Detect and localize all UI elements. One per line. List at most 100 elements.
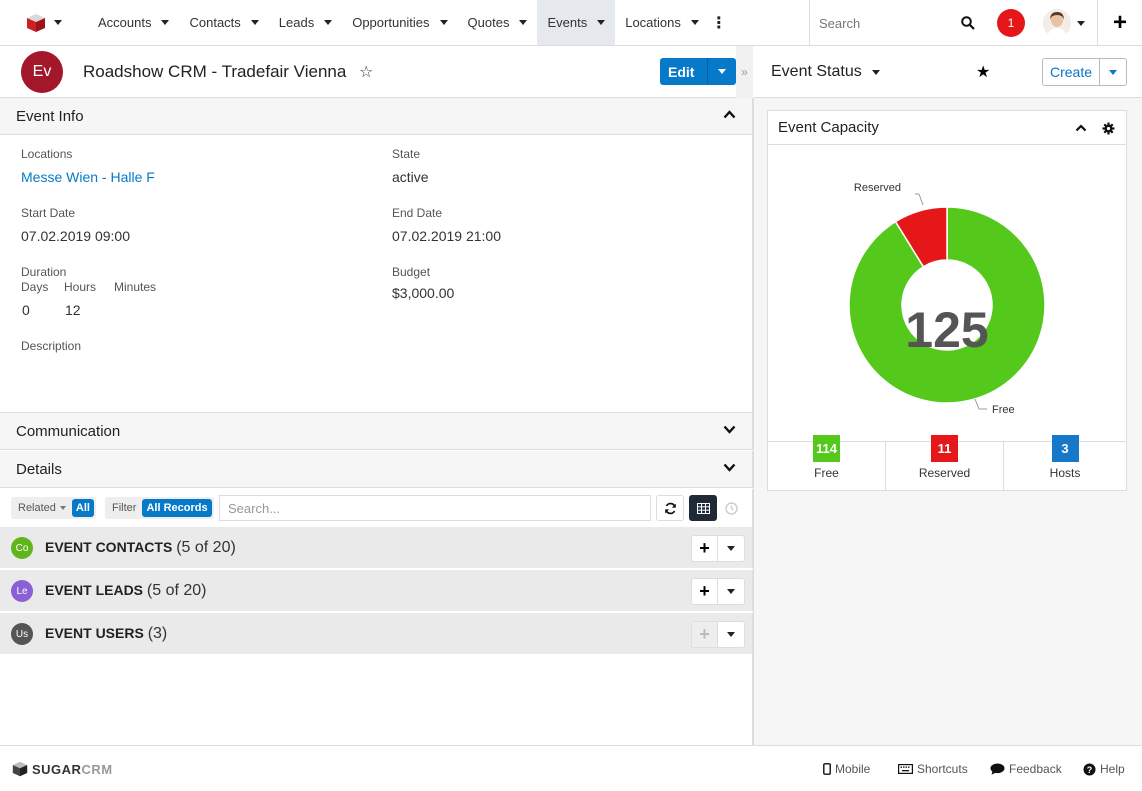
subpanel-count: (5 of 20) [146,582,207,599]
description-label: Description [21,339,82,353]
quick-create-button[interactable]: + [1097,0,1142,46]
refresh-button[interactable] [656,495,684,521]
caret-down-icon[interactable] [324,20,333,25]
edit-button[interactable]: Edit [660,58,709,85]
stat-value: 114 [813,435,840,462]
nav-contacts[interactable]: Contacts [179,0,268,45]
nav-label: Events [547,15,588,30]
subpanel-search-input[interactable]: Search... [219,495,651,521]
days-label: Days [21,280,49,294]
subpanel-actions: + [691,535,745,562]
budget-value: $3,000.00 [392,285,455,301]
capacity-donut-chart: 125 Reserved Free [848,182,1046,416]
chevron-up-icon[interactable] [1075,124,1087,132]
subpanel-name: EVENT LEADS [45,582,144,598]
add-record-button[interactable]: + [692,536,719,561]
nav-label: Accounts [98,15,152,30]
subpanel-actions-dropdown[interactable] [718,622,744,647]
subpanel-actions-dropdown[interactable] [718,579,744,604]
panel-event-info-header[interactable]: Event Info [0,98,753,135]
nav-quotes[interactable]: Quotes [458,0,538,45]
nav-label: Locations [625,15,681,30]
state-value: active [392,169,429,185]
chevron-up-icon[interactable] [723,110,736,119]
subpanel-event-contacts[interactable]: Co EVENT CONTACTS (5 of 20) + [0,527,753,569]
reserved-chart-label: Reserved [854,182,901,194]
user-menu[interactable] [1043,6,1089,40]
center-total-label: 125 [905,302,988,358]
caret-down-icon[interactable] [250,20,259,25]
subpanel-actions-dropdown[interactable] [718,536,744,561]
keyboard-icon [898,764,913,774]
users-module-icon: Us [11,623,33,645]
subpanel-title: EVENT CONTACTS (5 of 20) [45,539,236,557]
free-leader-line [974,398,980,410]
locations-label: Locations [21,147,73,161]
search-icon[interactable] [961,16,975,30]
feedback-link[interactable]: Feedback [990,762,1062,776]
end-date-value: 07.02.2019 21:00 [392,228,501,244]
event-capacity-dashlet: Event Capacity 125 Reserved Free 114 Fre… [767,110,1127,491]
mobile-link[interactable]: Mobile [823,762,870,776]
caret-down-icon[interactable] [690,20,699,25]
module-menu-button[interactable] [0,0,88,45]
chevron-down-icon[interactable] [723,425,736,434]
contacts-module-icon: Co [11,537,33,559]
subpanel-title: EVENT USERS (3) [45,625,167,643]
create-dropdown[interactable] [1100,59,1126,85]
caret-down-icon[interactable] [161,20,170,25]
sugar-cube-icon [12,761,28,777]
help-link[interactable]: ? Help [1083,762,1125,776]
list-view-button[interactable] [689,495,717,521]
notification-badge[interactable]: 1 [997,9,1025,37]
days-value: 0 [22,302,30,318]
subpanel-event-leads[interactable]: Le EVENT LEADS (5 of 20) + [0,570,753,612]
caret-down-icon [59,506,66,510]
chat-bubble-icon [990,763,1005,775]
panel-details-header[interactable]: Details [0,451,753,488]
dashboard-selector[interactable]: Event Status [771,63,880,81]
caret-down-icon[interactable] [597,20,606,25]
budget-label: Budget [392,265,431,279]
caret-down-icon[interactable] [439,20,448,25]
shortcuts-link[interactable]: Shortcuts [898,762,968,776]
filter-value: All Records [142,499,212,517]
dashlet-title: Event Capacity [778,119,879,136]
record-avatar: Ev [21,51,63,93]
actions-dropdown[interactable] [708,58,737,85]
svg-text:?: ? [1087,765,1093,775]
add-record-button[interactable]: + [692,579,719,604]
activity-stream-button[interactable] [717,495,745,521]
nav-leads[interactable]: Leads [269,0,342,45]
locations-link[interactable]: Messe Wien - Halle F [21,169,155,185]
gear-icon[interactable] [1102,122,1115,135]
link-label: Help [1100,762,1125,776]
global-search [809,0,989,46]
caret-down-icon [718,69,727,74]
hours-label: Hours [64,280,97,294]
nav-locations[interactable]: Locations [615,0,709,45]
end-date-label: End Date [392,206,443,220]
stat-free: 114 Free [768,435,886,491]
sidebar-toggle-icon[interactable]: » [736,46,753,98]
sugarcrm-logo[interactable]: SUGARCRM [12,761,113,777]
nav-opportunities[interactable]: Opportunities [342,0,457,45]
records-filter[interactable]: Filter All Records [105,497,214,519]
nav-accounts[interactable]: Accounts [88,0,179,45]
mobile-icon [823,763,831,775]
nav-events[interactable]: Events [537,0,616,45]
favorite-star-icon[interactable]: ☆ [359,62,373,82]
search-input[interactable] [819,15,959,31]
related-filter[interactable]: Related All [11,497,96,519]
create-button[interactable]: Create [1043,59,1101,85]
subpanel-toolbar: Related All Filter All Records Search... [0,489,753,527]
subpanel-event-users[interactable]: Us EVENT USERS (3) + [0,613,753,655]
chevron-down-icon[interactable] [723,463,736,472]
panel-communication-header[interactable]: Communication [0,413,753,450]
caret-down-icon[interactable] [519,20,528,25]
more-modules-icon[interactable]: ⋮ [709,0,729,45]
subpanel-name: EVENT CONTACTS [45,539,173,555]
caret-down-icon [1077,20,1085,26]
caret-down-icon [727,632,735,637]
favorite-star-icon[interactable]: ★ [976,62,990,82]
